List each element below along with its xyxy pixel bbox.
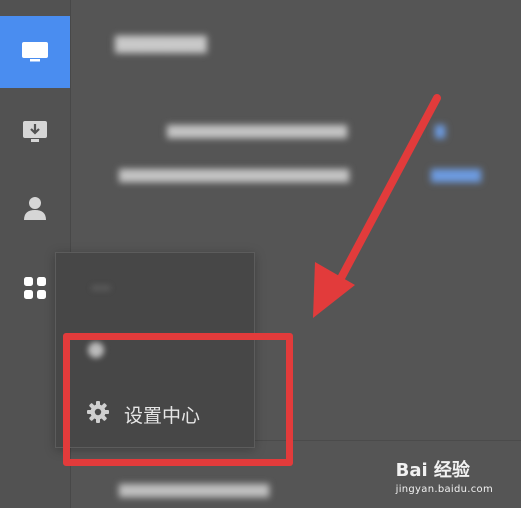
popup-item-2[interactable] xyxy=(56,321,254,383)
info-line-2: ▇▇▇▇▇▇▇▇▇▇▇▇▇▇▇▇▇▇▇▇▇▇▇ xyxy=(119,168,349,183)
sidebar-item-download[interactable] xyxy=(0,96,70,168)
info-line-1: ▇▇▇▇▇▇▇▇▇▇▇▇▇▇▇▇▇▇ xyxy=(167,124,347,139)
info-link-1[interactable]: ▇ xyxy=(435,124,445,139)
gear-icon xyxy=(86,400,110,428)
download-icon xyxy=(23,121,47,142)
page-title: ▇▇▇▇▇▇▇ xyxy=(115,34,207,54)
apps-popup-menu: 设置中心 xyxy=(55,252,255,448)
user-icon xyxy=(24,197,46,220)
monitor-icon xyxy=(22,42,48,62)
info-link-2[interactable]: ▇▇▇▇▇ xyxy=(431,168,481,183)
apps-grid-icon xyxy=(24,277,46,299)
bottom-text: ▇▇▇▇▇▇▇▇▇▇▇▇▇▇▇ xyxy=(119,483,269,498)
popup-item-1-badge xyxy=(92,286,110,290)
settings-center-item[interactable]: 设置中心 xyxy=(56,383,254,445)
sidebar-item-devices[interactable] xyxy=(0,16,70,88)
popup-item-1[interactable] xyxy=(56,257,254,319)
circle-icon xyxy=(86,340,106,364)
settings-center-label: 设置中心 xyxy=(124,404,201,427)
sidebar-item-user[interactable] xyxy=(0,172,70,244)
